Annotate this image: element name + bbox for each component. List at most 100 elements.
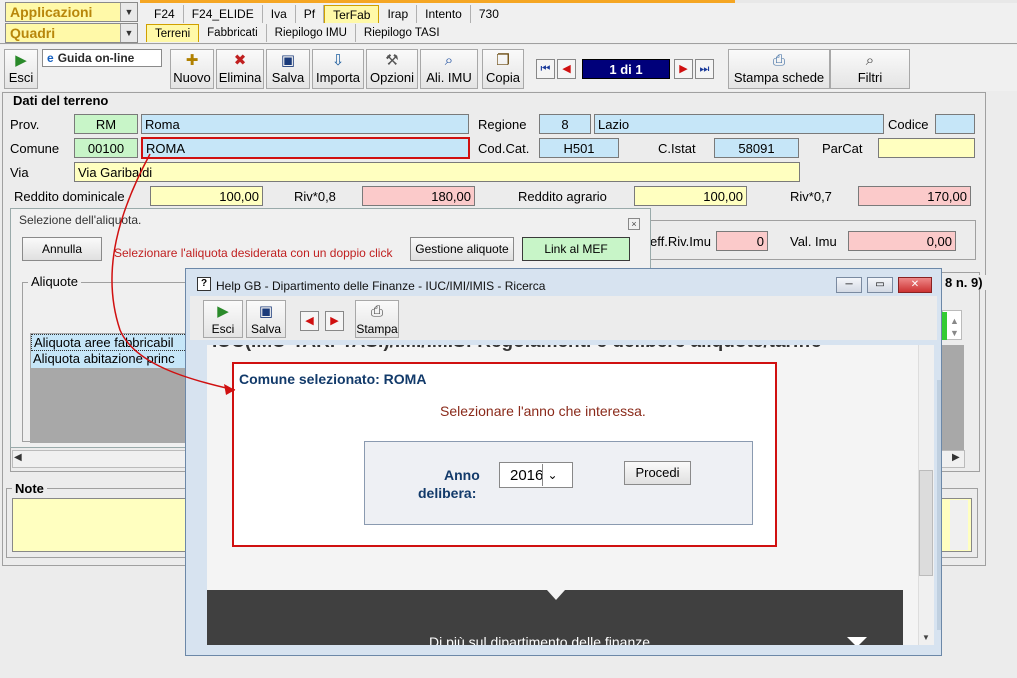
- salva-button[interactable]: ▣ Salva: [266, 49, 310, 89]
- codice-field[interactable]: [935, 114, 975, 134]
- annulla-button[interactable]: Annulla: [22, 237, 102, 261]
- comune-label: Comune: [10, 141, 60, 156]
- last-record-button[interactable]: ⏭: [695, 59, 714, 79]
- section-title: Dati del terreno: [10, 93, 112, 108]
- note-label: Note: [12, 481, 47, 496]
- prev-record-button[interactable]: ◀: [557, 59, 576, 79]
- instruction-text: Selezionare l'anno che interessa.: [440, 403, 646, 419]
- chevron-down-icon[interactable]: ▼: [950, 328, 959, 338]
- tools-icon: ⚒: [385, 52, 399, 69]
- delete-icon: ✖: [233, 52, 247, 69]
- sub-tabs: Terreni Fabbricati Riepilogo IMU Riepilo…: [146, 24, 448, 42]
- tab-fabbricati[interactable]: Fabbricati: [199, 24, 267, 42]
- cistat-field[interactable]: 58091: [714, 138, 799, 158]
- tab-iva[interactable]: Iva: [263, 5, 296, 23]
- riv07-field: 170,00: [858, 186, 971, 206]
- new-icon: ✚: [185, 52, 199, 69]
- print-icon: ⎙: [370, 303, 383, 320]
- codcat-label: Cod.Cat.: [478, 141, 530, 156]
- tab-riepilogo-imu[interactable]: Riepilogo IMU: [267, 24, 356, 42]
- stampa-schede-button[interactable]: ⎙ Stampa schede: [728, 49, 830, 89]
- procedi-button[interactable]: Procedi: [624, 461, 691, 485]
- coeff-riv-imu-label: eff.Riv.Imu: [650, 234, 711, 249]
- note-scrollbar[interactable]: [950, 500, 968, 550]
- help-stampa-button[interactable]: ⎙ Stampa: [355, 300, 399, 338]
- coeff-riv-imu-field: 0: [716, 231, 768, 251]
- right-list-body: [940, 345, 964, 452]
- regione-name-field[interactable]: Lazio: [594, 114, 884, 134]
- applicazioni-combo[interactable]: Applicazioni ▼: [5, 2, 138, 22]
- guida-online-button[interactable]: e Guida on-line: [42, 49, 162, 67]
- chevron-up-icon[interactable]: ▲: [950, 316, 959, 326]
- reddito-agrario-field[interactable]: 100,00: [634, 186, 747, 206]
- aliquote-label: Aliquote: [28, 274, 81, 289]
- ali-imu-button[interactable]: ⌕ Ali. IMU: [420, 49, 478, 89]
- quadri-combo[interactable]: Quadri ▼: [5, 23, 138, 43]
- next-record-button[interactable]: ▶: [674, 59, 693, 79]
- scroll-right-icon[interactable]: ▶: [952, 452, 960, 463]
- applicazioni-label: Applicazioni: [10, 4, 93, 20]
- opzioni-button[interactable]: ⚒ Opzioni: [366, 49, 418, 89]
- scroll-down-icon[interactable]: ▼: [922, 633, 930, 642]
- prov-name-field[interactable]: Roma: [141, 114, 469, 134]
- help-salva-button[interactable]: ▣ Salva: [246, 300, 286, 338]
- tab-f24[interactable]: F24: [146, 5, 184, 23]
- tab-intento[interactable]: Intento: [417, 5, 471, 23]
- tab-riepilogo-tasi[interactable]: Riepilogo TASI: [356, 24, 448, 42]
- chevron-down-icon[interactable]: ▼: [120, 3, 137, 21]
- tab-f24-elide[interactable]: F24_ELIDE: [184, 5, 263, 23]
- via-label: Via: [10, 165, 29, 180]
- notch-icon: [547, 590, 565, 600]
- quadri-label: Quadri: [10, 25, 56, 41]
- nuovo-button[interactable]: ✚ Nuovo: [170, 49, 214, 89]
- copy-icon: ❐: [496, 52, 510, 69]
- first-record-button[interactable]: ⏮: [536, 59, 555, 79]
- tab-irap[interactable]: Irap: [379, 5, 418, 23]
- chevron-down-icon[interactable]: ⌄: [542, 464, 562, 486]
- link-mef-button[interactable]: Link al MEF: [522, 237, 630, 261]
- importa-button[interactable]: ⇩ Importa: [312, 49, 364, 89]
- prov-code-field[interactable]: RM: [74, 114, 138, 134]
- search-icon: ⌕: [444, 52, 454, 69]
- accent-strip-right: [735, 0, 1017, 3]
- print-icon: ⎙: [772, 52, 785, 69]
- gestione-aliquote-button[interactable]: Gestione aliquote: [410, 237, 514, 261]
- save-icon: ▣: [258, 303, 274, 320]
- esci-button[interactable]: ▶ Esci: [4, 49, 38, 89]
- chevron-down-icon[interactable]: [847, 637, 867, 645]
- connector-arrow: [111, 153, 236, 395]
- help-forward-button[interactable]: ▶: [325, 311, 344, 331]
- tab-terfab[interactable]: TerFab: [324, 5, 380, 23]
- reddito-agrario-label: Reddito agrario: [518, 189, 607, 204]
- footer-link[interactable]: Di più sul dipartimento delle finanze: [429, 634, 650, 645]
- comune-selezionato: Comune selezionato: ROMA: [239, 371, 427, 387]
- chevron-down-icon[interactable]: ▼: [120, 24, 137, 42]
- maximize-icon[interactable]: ▭: [867, 277, 893, 293]
- help-back-button[interactable]: ◀: [300, 311, 319, 331]
- riv07-label: Riv*0,7: [790, 189, 832, 204]
- close-icon[interactable]: ×: [628, 218, 640, 230]
- close-icon[interactable]: ✕: [898, 277, 932, 293]
- import-icon: ⇩: [331, 52, 345, 69]
- codice-label: Codice: [888, 117, 929, 132]
- scroll-left-icon[interactable]: ◀: [14, 452, 22, 463]
- toolbar: ▶ Esci e Guida on-line ✚ Nuovo ✖ Elimina …: [0, 45, 1017, 91]
- filtri-button[interactable]: ⌕ Filtri: [830, 49, 910, 89]
- tab-730[interactable]: 730: [471, 5, 507, 23]
- copia-button[interactable]: ❐ Copia: [482, 49, 524, 89]
- help-frame-edge: [937, 380, 941, 630]
- regione-code-field[interactable]: 8: [539, 114, 591, 134]
- regione-label: Regione: [478, 117, 527, 132]
- codcat-field[interactable]: H501: [539, 138, 619, 158]
- help-scroll-thumb[interactable]: [919, 470, 933, 576]
- riv08-field: 180,00: [362, 186, 475, 206]
- tab-terreni[interactable]: Terreni: [146, 24, 200, 42]
- filter-icon: ⌕: [865, 52, 875, 69]
- cistat-label: C.Istat: [658, 141, 696, 156]
- minimize-icon[interactable]: ─: [836, 277, 862, 293]
- browser-icon: e: [47, 51, 54, 65]
- tab-pf[interactable]: Pf: [296, 5, 325, 23]
- riv08-label: Riv*0,8: [294, 189, 336, 204]
- elimina-button[interactable]: ✖ Elimina: [216, 49, 264, 89]
- parcat-field[interactable]: [878, 138, 975, 158]
